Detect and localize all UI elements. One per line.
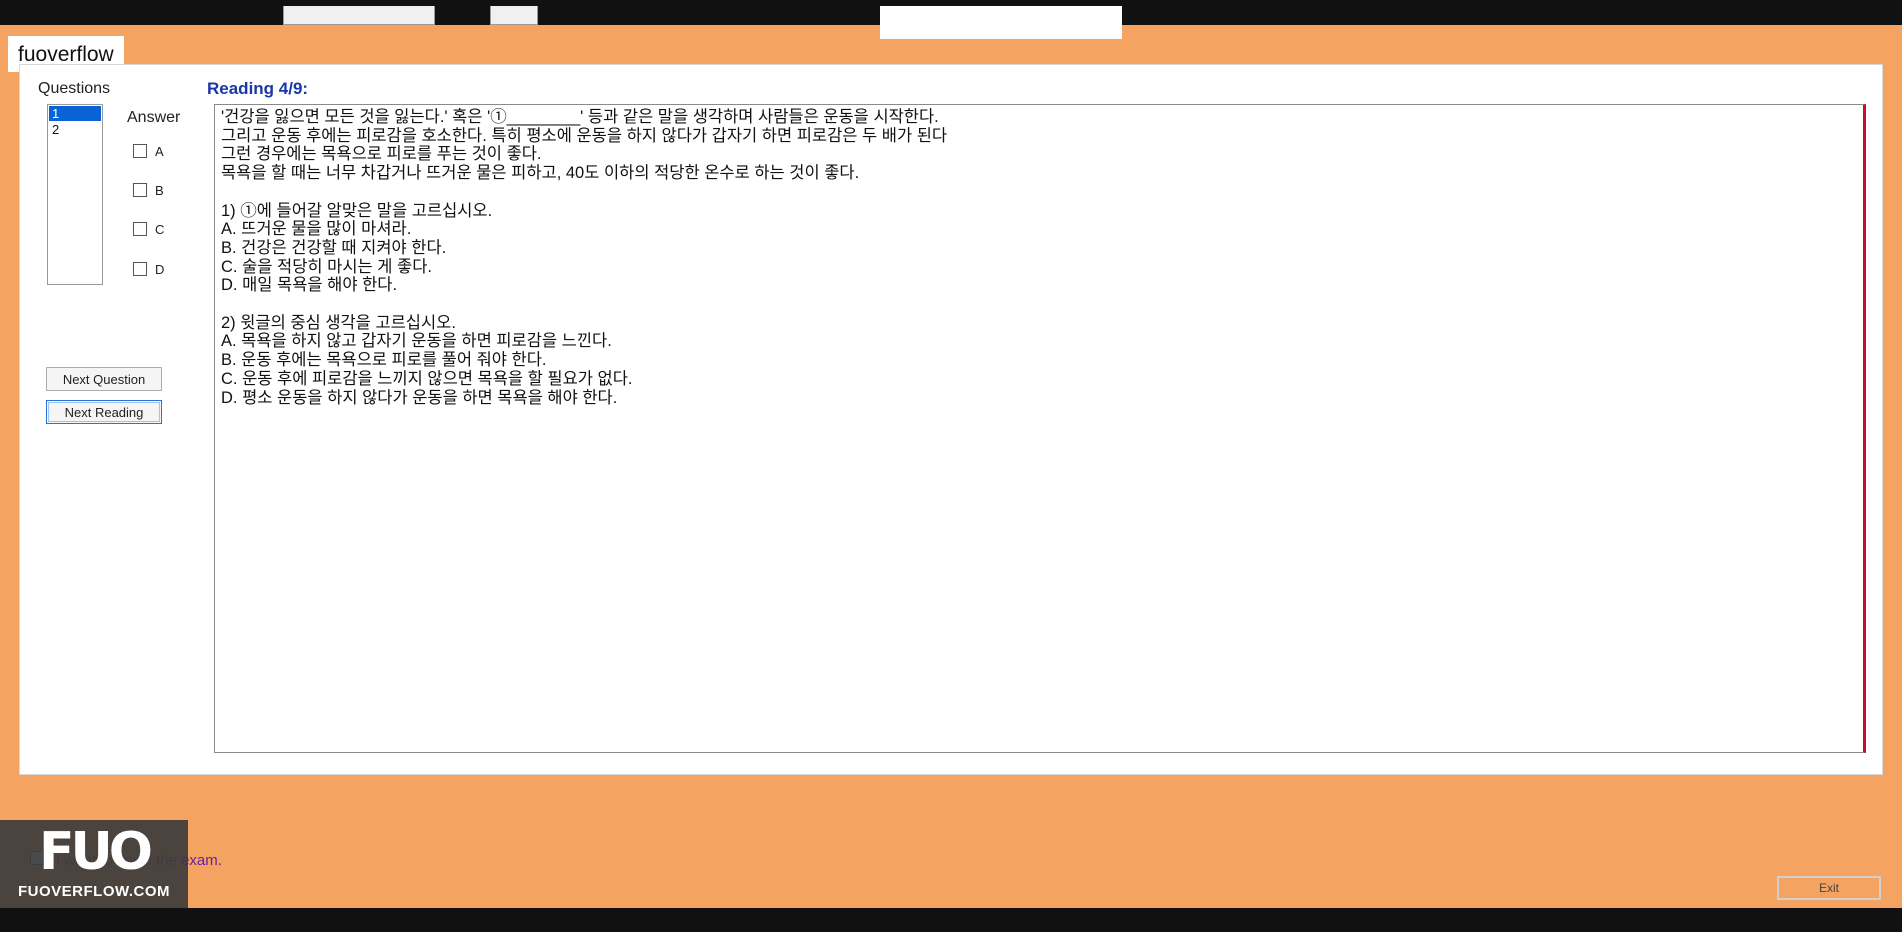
answer-option-label: C <box>155 221 165 237</box>
reading-line: A. 뜨거운 물을 많이 마셔라. <box>221 220 412 239</box>
logo-mark: FUO <box>39 822 153 882</box>
reading-line: C. 술을 적당히 마시는 게 좋다. <box>221 257 432 276</box>
question-list-item[interactable]: 1 <box>49 106 101 121</box>
reading-line: 2) 윗글의 중심 생각을 고르십시오. <box>221 313 456 332</box>
questions-label: Questions <box>38 80 111 97</box>
reading-line: C. 운동 후에 피로감을 느끼지 않으면 목욕을 할 필요가 없다. <box>221 369 633 388</box>
answer-option-b[interactable]: B <box>133 181 164 199</box>
answer-label: Answer <box>127 109 181 126</box>
question-list-item[interactable]: 2 <box>49 122 101 137</box>
answer-option-a[interactable]: A <box>133 142 164 160</box>
logo-text: FUOVERFLOW.COM <box>18 883 170 900</box>
next-reading-button[interactable]: Next Reading <box>46 400 162 424</box>
reading-line: B. 건강은 건강할 때 지켜야 한다. <box>221 238 447 257</box>
top-field-right <box>880 6 1122 39</box>
questions-list[interactable]: 12 <box>47 104 103 285</box>
answer-option-c[interactable]: C <box>133 220 164 238</box>
reading-text-box[interactable]: '건강을 잃으면 모든 것을 잃는다.' 혹은 '①________' 등과 같… <box>214 104 1866 753</box>
bottom-black-bar <box>0 908 1902 932</box>
top-field-left <box>283 6 435 25</box>
timer-display: 1:400 <box>670 0 830 25</box>
answer-option-label: D <box>155 261 165 277</box>
reading-line: A. 목욕을 하지 않고 갑자기 운동을 하면 피로감을 느낀다. <box>221 332 612 351</box>
reading-title: Reading 4/9: <box>207 79 309 98</box>
answer-checkbox-c[interactable] <box>133 222 147 236</box>
next-question-button[interactable]: Next Question <box>46 367 162 391</box>
answer-option-d[interactable]: D <box>133 260 164 278</box>
reading-line <box>221 183 1857 202</box>
reading-line: '건강을 잃으면 모든 것을 잃는다.' 혹은 '①________' 등과 같… <box>221 108 939 126</box>
reading-line: 목욕을 할 때는 너무 차갑거나 뜨거운 물은 피하고, 40도 이하의 적당한… <box>221 164 860 183</box>
answer-checkbox-b[interactable] <box>133 183 147 197</box>
answer-checkbox-a[interactable] <box>133 144 147 158</box>
exit-button[interactable]: Exit <box>1777 876 1881 900</box>
top-field-small <box>490 6 538 25</box>
reading-line: B. 운동 후에는 목욕으로 피로를 풀어 줘야 한다. <box>221 351 547 370</box>
reading-line: 그런 경우에는 목욕으로 피로를 푸는 것이 좋다. <box>221 145 542 164</box>
answer-option-label: B <box>155 182 164 198</box>
reading-line <box>221 295 1857 314</box>
reading-line: 그리고 운동 후에는 피로감을 호소한다. 특히 평소에 운동을 하지 않다가 … <box>221 126 948 145</box>
answer-option-label: A <box>155 143 164 159</box>
fuoverflow-logo: FUO FUOVERFLOW.COM <box>0 820 188 908</box>
reading-line: D. 매일 목욕을 해야 한다. <box>221 276 398 295</box>
reading-line: D. 평소 운동을 하지 않다가 운동을 하면 목욕을 해야 한다. <box>221 388 618 407</box>
answer-checkbox-d[interactable] <box>133 262 147 276</box>
reading-line: 1) ①에 들어갈 알맞은 말을 고르십시오. <box>221 201 493 220</box>
